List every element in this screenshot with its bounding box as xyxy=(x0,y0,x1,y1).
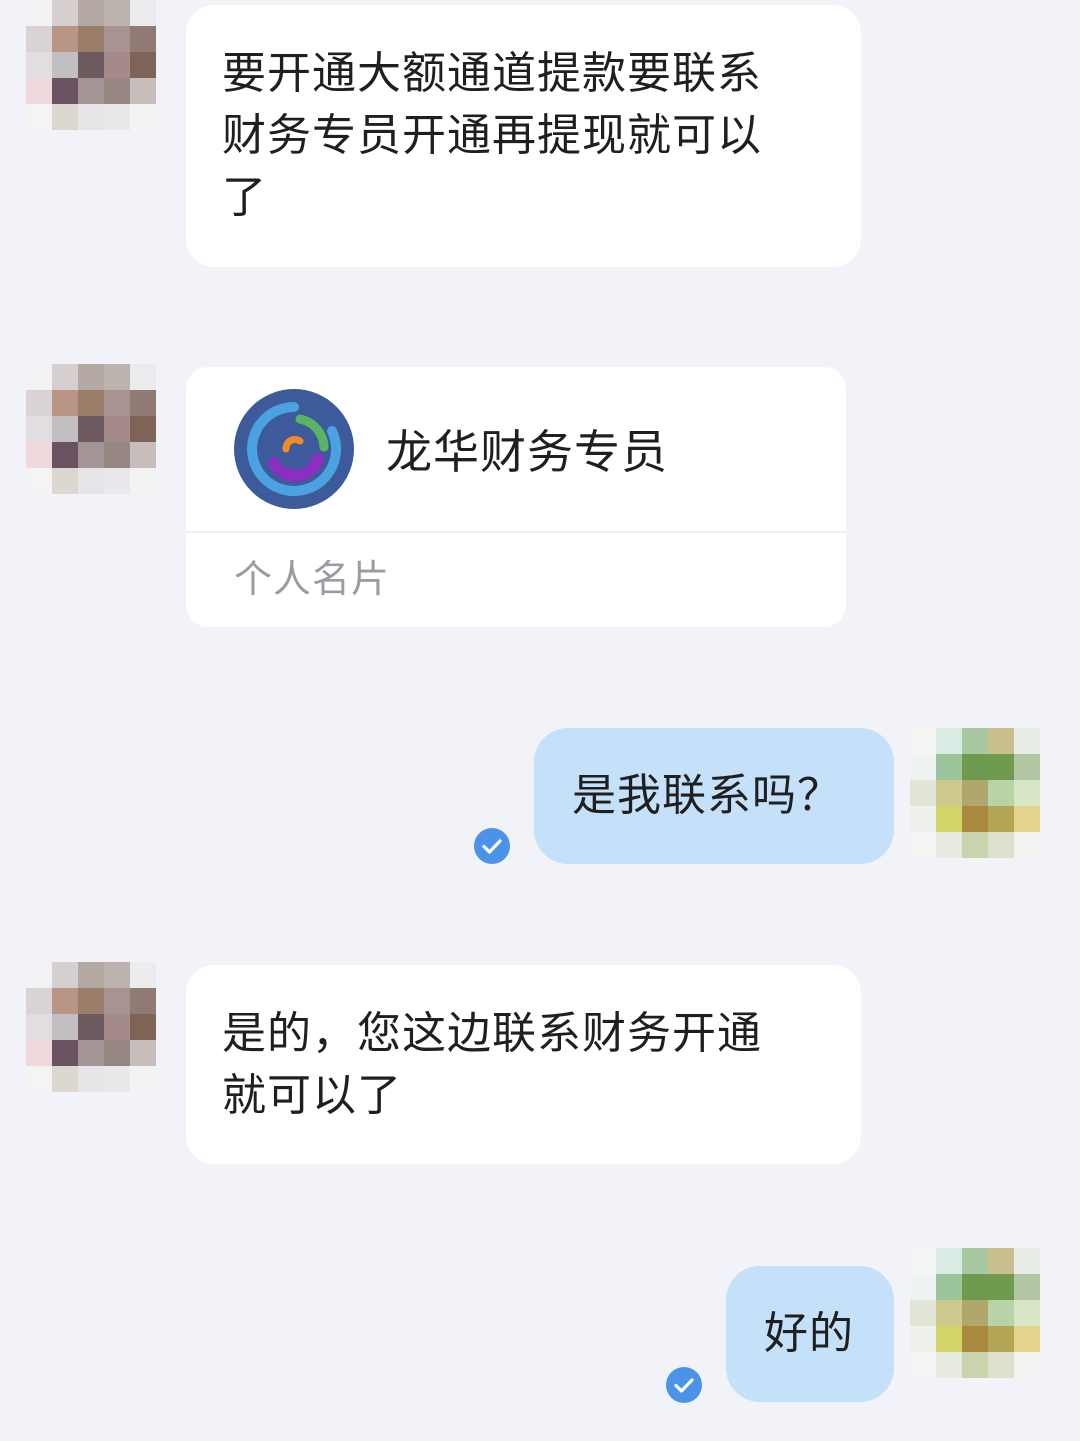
message-text: 是我联系吗？ xyxy=(572,770,842,821)
message-text-line: 是的，您这边联系财务开通 xyxy=(222,1008,762,1059)
message-text-line: 就可以了 xyxy=(222,1070,402,1121)
message-bubble-outgoing[interactable]: 是我联系吗？ xyxy=(534,728,894,864)
self-avatar[interactable] xyxy=(910,728,1040,858)
contact-card-logo-icon xyxy=(234,389,354,509)
contact-card-label: 个人名片 xyxy=(234,557,391,601)
self-avatar[interactable] xyxy=(910,1248,1040,1378)
read-check-icon xyxy=(474,828,510,864)
message-bubble-incoming[interactable]: 要开通大额通道提款要联系 财务专员开通再提现就可以 了 xyxy=(186,5,861,267)
contact-avatar[interactable] xyxy=(26,0,156,130)
message-text: 好的 xyxy=(764,1308,854,1359)
message-text-line: 了 xyxy=(222,172,267,223)
contact-avatar[interactable] xyxy=(26,962,156,1092)
message-text-line: 要开通大额通道提款要联系 xyxy=(222,48,762,99)
message-bubble-incoming[interactable]: 是的，您这边联系财务开通 就可以了 xyxy=(186,965,861,1164)
read-check-icon xyxy=(666,1367,702,1403)
contact-card-divider xyxy=(186,531,846,533)
message-text-line: 财务专员开通再提现就可以 xyxy=(222,110,762,161)
contact-card[interactable]: 龙华财务专员 个人名片 xyxy=(186,367,846,627)
contact-avatar[interactable] xyxy=(26,364,156,494)
contact-card-name: 龙华财务专员 xyxy=(386,425,668,479)
message-bubble-outgoing[interactable]: 好的 xyxy=(726,1266,894,1402)
